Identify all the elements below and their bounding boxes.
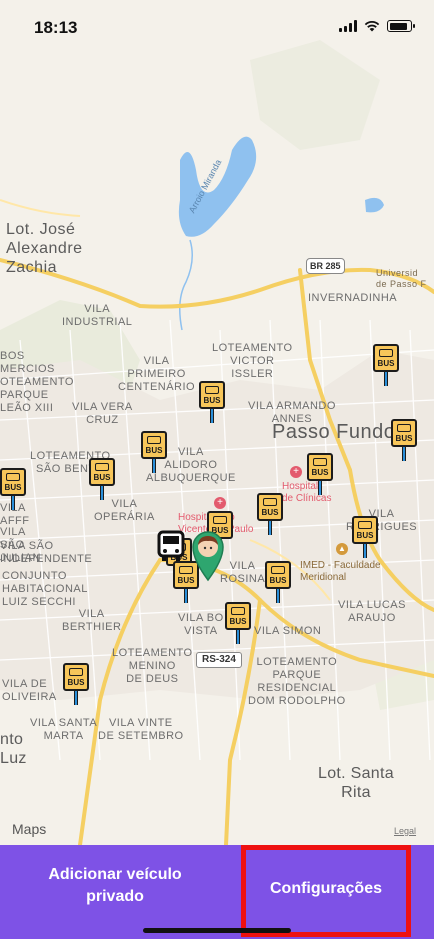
map-label-passo-fundo: Passo Fundo [272, 421, 396, 443]
map-label-vila-bom-vista: VILA BO VISTA [178, 612, 224, 637]
map-label-vila-vinte-setembro: VILA VINTE DE SETEMBRO [98, 717, 184, 742]
map-label-vila-de-oliveira: VILA DE OLIVEIRA [2, 678, 57, 703]
map-label-lot-santa-rita: Lot. Santa Rita [318, 765, 394, 801]
education-icon[interactable]: ▲ [336, 543, 348, 555]
map-label-bos-comercios: BOS MERCIOS [0, 350, 55, 375]
settings-button[interactable]: Configurações [241, 845, 411, 937]
bus-stop-marker[interactable]: BUS [265, 561, 291, 603]
map-label-loteamento-parque-leao: OTEAMENTO PARQUE LEÃO XIII [0, 376, 74, 414]
status-bar: 18:13 [0, 0, 434, 56]
settings-label: Configurações [269, 880, 382, 897]
bus-stop-marker[interactable]: BUS [0, 468, 26, 510]
bottom-action-bar: Adicionar veículo privado Configurações [0, 845, 434, 939]
map-label-vila-lucas-araujo: VILA LUCAS ARAUJO [338, 599, 406, 624]
map-label-conjunto-habitacional: CONJUNTO HABITACIONAL LUIZ SECCHI [2, 570, 88, 608]
map-label-vila-industrial: VILA INDUSTRIAL [62, 303, 133, 328]
cellular-signal-icon [339, 20, 357, 32]
map-label-vila-sao-independente: VILA SÃO INDEPENDENTE [0, 540, 93, 565]
bus-stop-marker[interactable]: BUS [373, 344, 399, 386]
status-icons [339, 20, 415, 32]
bus-stop-marker[interactable]: BUS [63, 663, 89, 705]
map-label-vila-simon: VILA SIMON [254, 625, 322, 637]
hospital-icon[interactable]: + [214, 497, 226, 509]
hospital-icon[interactable]: + [290, 466, 302, 478]
add-private-vehicle-button[interactable]: Adicionar veículo privado [24, 864, 206, 908]
map-label-vila-primeiro-centenario: VILA PRIMEIRO CENTENÁRIO [118, 355, 196, 393]
map-label-vila-santa-marta: VILA SANTA MARTA [30, 717, 98, 742]
route-shield-rs324: RS-324 [196, 652, 242, 668]
map-label-loteamento-dom-rodolpho: LOTEAMENTO PARQUE RESIDENCIAL DOM RODOLP… [248, 656, 346, 707]
bus-stop-marker[interactable]: BUS [141, 431, 167, 473]
bus-stop-marker[interactable]: BUS [352, 516, 378, 558]
bus-stop-marker[interactable]: BUS [307, 453, 333, 495]
legal-link[interactable]: Legal [394, 826, 416, 836]
wifi-icon [364, 21, 380, 32]
map-label-loteamento-victor-issler: LOTEAMENTO VICTOR ISSLER [212, 342, 293, 380]
home-indicator[interactable] [143, 928, 291, 933]
map-label-loteamento-menino-deus: LOTEAMENTO MENINO DE DEUS [112, 647, 193, 685]
map-view[interactable]: Lot. José Alexandre Zachia Universid de … [0, 0, 434, 845]
map-label-vila-berthier: VILA BERTHIER [62, 608, 122, 633]
battery-level [389, 22, 407, 30]
map-label-vila-operaria: VILA OPERÁRIA [94, 498, 155, 523]
map-label-imed: IMED - Faculdade Meridional [300, 560, 381, 583]
bus-stop-marker[interactable]: BUS [89, 458, 115, 500]
map-label-invernadinha: INVERNADINHA [308, 292, 398, 304]
apple-maps-logo: Maps [12, 821, 47, 837]
bus-stop-marker[interactable]: BUS [225, 602, 251, 644]
vehicle-bus-icon[interactable] [157, 530, 185, 562]
route-shield-br285: BR 285 [306, 258, 345, 274]
map-label-vila-vera-cruz: VILA VERA CRUZ [72, 401, 133, 426]
status-time: 18:13 [34, 18, 78, 37]
user-location-pin-icon[interactable] [189, 528, 227, 582]
bus-stop-marker[interactable]: BUS [257, 493, 283, 535]
add-private-vehicle-label: Adicionar veículo privado [48, 866, 182, 905]
bus-stop-marker[interactable]: BUS [391, 419, 417, 461]
map-label-universidade: Universid de Passo F [376, 268, 427, 289]
battery-icon [387, 20, 415, 32]
map-label-lot-jose: Lot. José Alexandre Zachia [6, 221, 83, 276]
bus-stop-marker[interactable]: BUS [199, 381, 225, 423]
map-label-santo-luz: nto Luz [0, 731, 27, 767]
